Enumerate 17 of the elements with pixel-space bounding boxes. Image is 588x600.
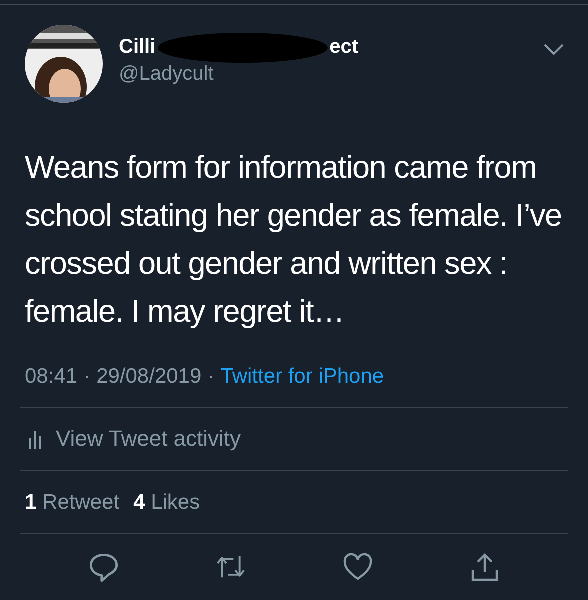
user-handle: @Ladycult	[119, 62, 215, 86]
stat-count[interactable]: 1 Retweet	[25, 491, 120, 515]
display-name-fragment: Cilli	[119, 36, 156, 59]
stat-count[interactable]: 4 Likes	[134, 491, 200, 515]
chevron-down-icon[interactable]	[544, 44, 564, 56]
separator-dot: ·	[208, 365, 215, 389]
tweet-date: 29/08/2019	[96, 365, 202, 389]
source-link[interactable]: Twitter for iPhone	[220, 365, 384, 389]
tweet-text: Weans form for information came from school stating her gender as female. I’ve crossed out gender and written sex : female. I may regret it…	[25, 148, 563, 331]
share-icon[interactable]	[470, 552, 500, 582]
bar-chart-icon	[28, 429, 42, 449]
heart-icon[interactable]	[342, 552, 372, 582]
separator-dot: ·	[84, 365, 91, 389]
display-name-fragment: ect	[330, 36, 359, 59]
tweet-time: 08:41	[25, 365, 78, 389]
view-activity-link[interactable]: View Tweet activity	[56, 426, 242, 452]
reply-icon[interactable]	[88, 552, 118, 582]
